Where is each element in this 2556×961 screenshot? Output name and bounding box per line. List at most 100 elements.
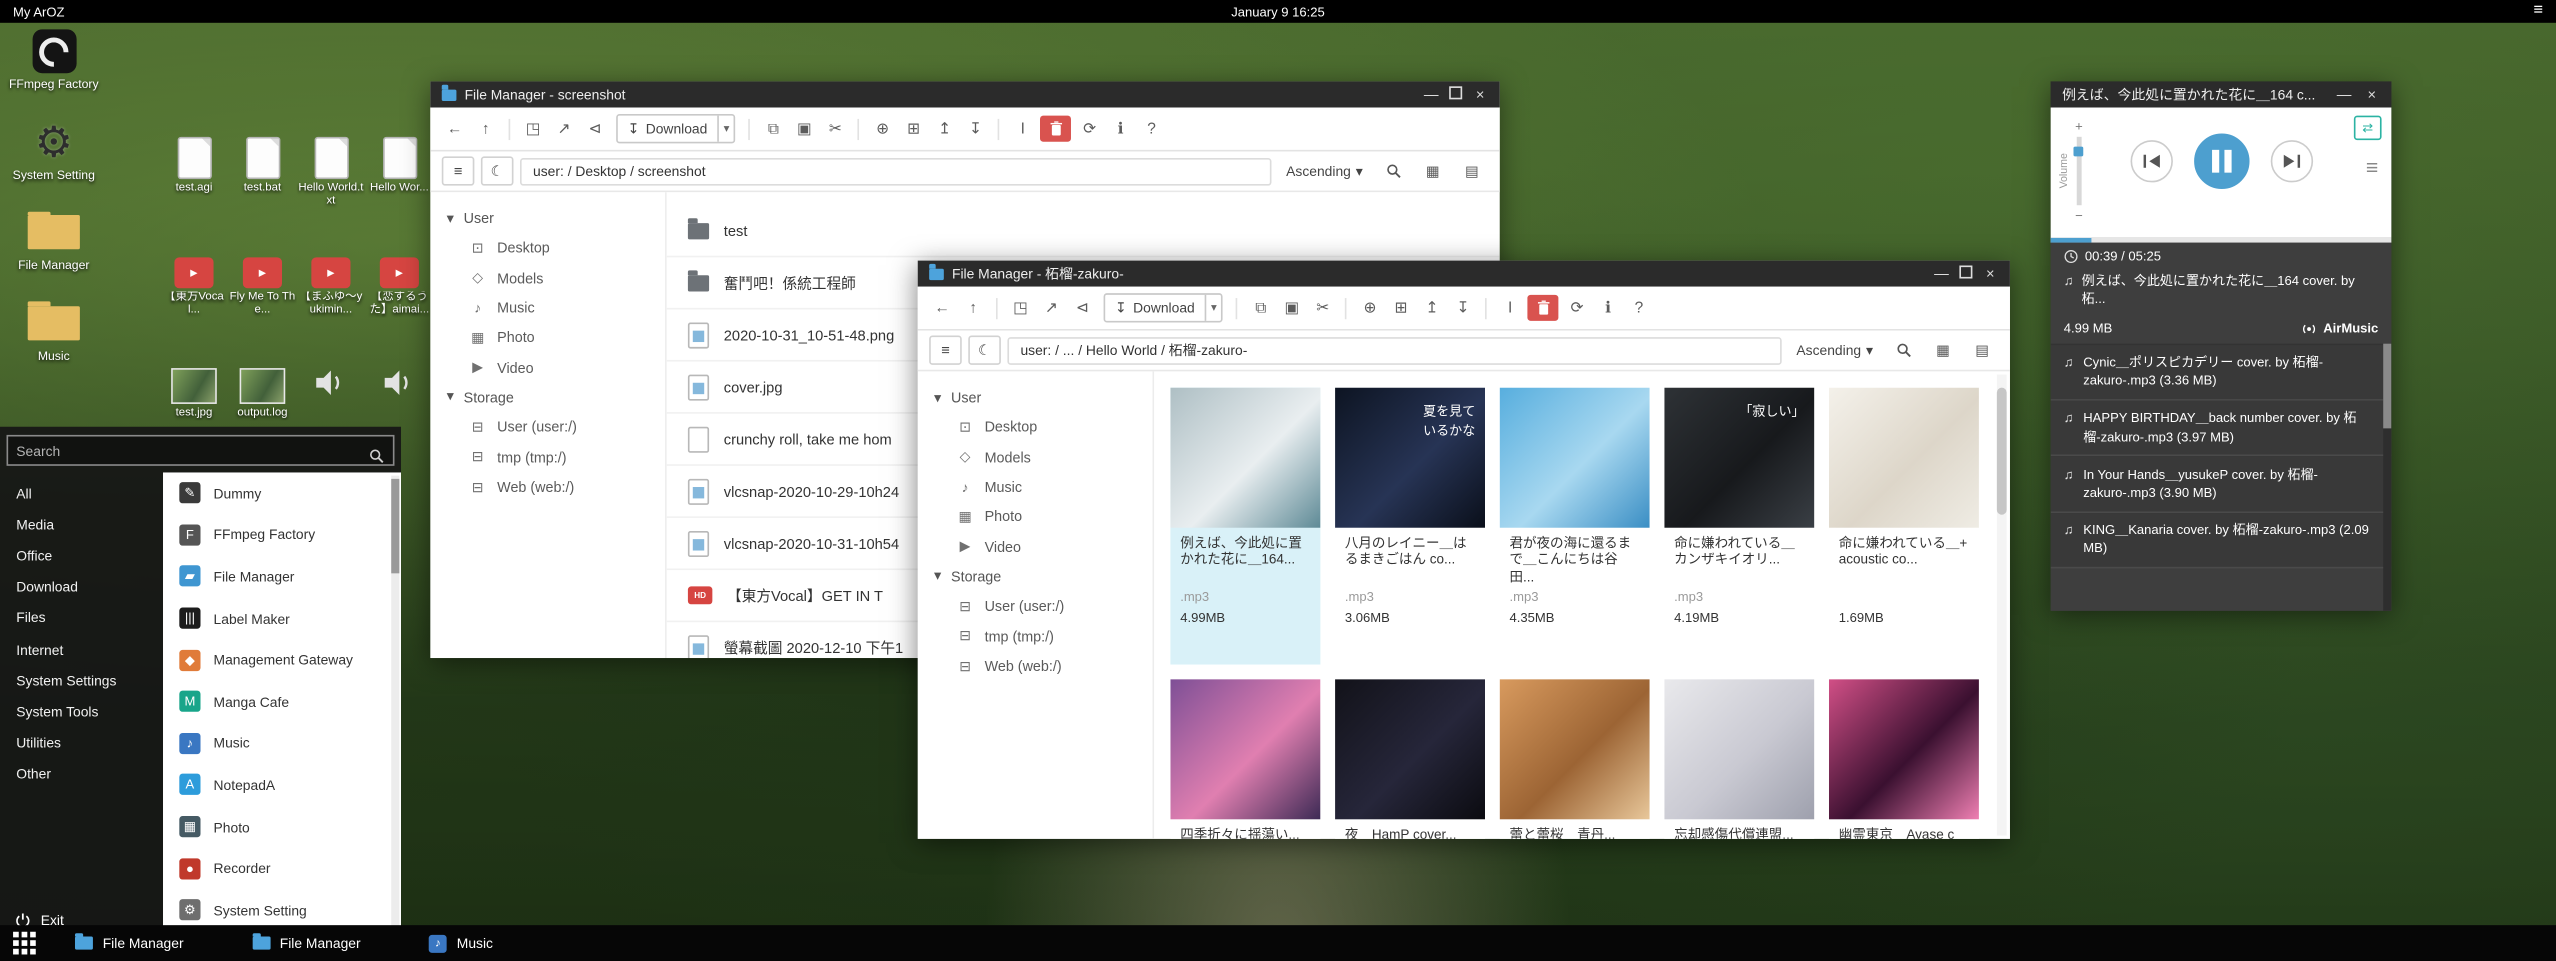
window-titlebar[interactable]: File Manager - screenshot—× (430, 81, 1499, 107)
dark-mode-icon[interactable]: ☾ (481, 156, 514, 185)
app-item-ffmpeg-factory[interactable]: FFFmpeg Factory (163, 514, 401, 556)
app-item-management-gateway[interactable]: ◆Management Gateway (163, 639, 401, 681)
paste-icon[interactable]: ▣ (791, 116, 817, 142)
sidebar-item-tmp-tmp[interactable]: ⊟tmp (tmp:/) (430, 442, 665, 472)
upload-icon[interactable]: ↥ (932, 116, 958, 142)
cut-icon[interactable]: ✂ (822, 116, 848, 142)
category-system-tools[interactable]: System Tools (0, 696, 163, 727)
rename-icon[interactable]: I (1497, 295, 1523, 321)
rename-icon[interactable]: I (1010, 116, 1036, 142)
music-file-tile[interactable]: 夜＿HamP cover... (1335, 679, 1485, 839)
sidebar-item-photo[interactable]: ▦Photo (918, 501, 1153, 531)
maximize-button[interactable] (1958, 265, 1974, 281)
app-item-manga-cafe[interactable]: MManga Cafe (163, 681, 401, 723)
sidebar-section-storage[interactable]: ▾Storage (918, 562, 1153, 591)
category-internet[interactable]: Internet (0, 634, 163, 665)
search-bar[interactable]: Search (7, 435, 395, 466)
airmusic-badge[interactable]: AirMusic (2300, 320, 2378, 335)
list-view-icon[interactable]: ▤ (1966, 336, 1999, 365)
sidebar-item-models[interactable]: ◇Models (918, 442, 1153, 472)
desktop-file-hello-world-txt[interactable]: Hello World.txt (297, 137, 365, 209)
new-file-icon[interactable]: ⊕ (870, 116, 896, 142)
playlist-item[interactable]: ♫In Your Hands＿yusukeP cover. by 柘榴-zaku… (2051, 457, 2392, 513)
desktop-file-file-10[interactable] (297, 368, 365, 401)
scrollbar[interactable] (1997, 375, 2007, 836)
category-all[interactable]: All (0, 477, 163, 508)
music-file-tile[interactable]: 例えば、今此処に置かれた花に＿164....mp34.99MB (1170, 388, 1320, 665)
sidebar-item-music[interactable]: ♪Music (918, 473, 1153, 502)
sort-dropdown[interactable]: Ascending▾ (1788, 341, 1881, 359)
sidebar-section-storage[interactable]: ▾Storage (430, 383, 665, 412)
category-system-settings[interactable]: System Settings (0, 665, 163, 696)
app-item-recorder[interactable]: ●Recorder (163, 848, 401, 890)
help-icon[interactable]: ? (1139, 116, 1165, 142)
scrollbar[interactable] (391, 476, 399, 932)
music-file-tile[interactable]: 「寂しい」命に嫌われている＿カンザキイオリ....mp34.19MB (1664, 388, 1814, 665)
music-file-tile[interactable]: 君が夜の海に還るまで＿こんにちは谷田....mp34.35MB (1500, 388, 1650, 665)
download-caret-icon[interactable]: ▾ (1205, 295, 1222, 321)
music-file-tile[interactable]: 蕾と蕾桜＿青丹... (1500, 679, 1650, 839)
desktop-file-test-bat[interactable]: test.bat (228, 137, 296, 196)
window-titlebar[interactable]: File Manager - 柘榴-zakuro-—× (918, 261, 2010, 287)
category-download[interactable]: Download (0, 571, 163, 602)
desktop-file-output-log[interactable]: output.log (228, 368, 296, 420)
open-new-window-icon[interactable]: ↗ (1038, 295, 1064, 321)
paste-icon[interactable]: ▣ (1279, 295, 1305, 321)
refresh-icon[interactable]: ⟳ (1564, 295, 1590, 321)
properties-icon[interactable]: ℹ (1108, 116, 1134, 142)
scrollbar-thumb[interactable] (2383, 344, 2391, 429)
grid-view-icon[interactable]: ▦ (1417, 156, 1450, 185)
sidebar-item-photo[interactable]: ▦Photo (430, 322, 665, 352)
minimize-button[interactable]: — (2336, 87, 2352, 102)
hamburger-icon[interactable]: ≡ (2533, 3, 2543, 19)
sidebar-item-video[interactable]: ▶Video (918, 532, 1153, 562)
scrollbar-thumb[interactable] (1997, 388, 2007, 515)
open-icon[interactable]: ◳ (1007, 295, 1033, 321)
upload-icon[interactable]: ↥ (1419, 295, 1445, 321)
desktop-file-yukimin[interactable]: ▸【まふゆ～yukimin... (297, 257, 365, 317)
delete-icon[interactable] (1041, 116, 1072, 142)
refresh-icon[interactable]: ⟳ (1077, 116, 1103, 142)
properties-icon[interactable]: ℹ (1595, 295, 1621, 321)
volume-track[interactable] (2076, 137, 2081, 205)
new-folder-icon[interactable]: ⊞ (1388, 295, 1414, 321)
search-icon[interactable] (1888, 336, 1921, 365)
taskbar-item-music-2[interactable]: ♪Music (423, 931, 500, 955)
desktop-file-fly-me-to-the[interactable]: ▸Fly Me To The... (228, 257, 296, 317)
sidebar-item-models[interactable]: ◇Models (430, 263, 665, 293)
download-file-icon[interactable]: ↧ (1450, 295, 1476, 321)
desktop-file-aimai[interactable]: ▸【恋するうた】aimai... (365, 257, 433, 317)
copy-icon[interactable]: ⧉ (1248, 295, 1274, 321)
pause-button[interactable] (2193, 134, 2248, 189)
delete-icon[interactable] (1528, 295, 1559, 321)
up-icon[interactable]: ↑ (473, 116, 499, 142)
app-item-label-maker[interactable]: |||Label Maker (163, 597, 401, 639)
sidebar-item-web-web[interactable]: ⊟Web (web:/) (918, 652, 1153, 682)
sidebar-item-tmp-tmp[interactable]: ⊟tmp (tmp:/) (918, 621, 1153, 651)
sidebar-item-user-user[interactable]: ⊟User (user:/) (918, 591, 1153, 621)
open-new-window-icon[interactable]: ↗ (551, 116, 577, 142)
new-folder-icon[interactable]: ⊞ (901, 116, 927, 142)
download-button[interactable]: ↧Download▾ (1104, 293, 1224, 322)
desktop-file-vocal[interactable]: ▸【東方Vocal... (160, 257, 228, 317)
category-utilities[interactable]: Utilities (0, 727, 163, 758)
category-office[interactable]: Office (0, 540, 163, 571)
breadcrumb[interactable]: user: / ... / Hello World / 柘榴-zakuro- (1007, 336, 1781, 364)
airmusic-cast-button[interactable]: ⇄ (2354, 116, 2382, 140)
app-item-dummy[interactable]: ✎Dummy (163, 472, 401, 514)
playlist-item[interactable]: ♫KING＿Kanaria cover. by 柘榴-zakuro-.mp3 (… (2051, 513, 2392, 569)
share-icon[interactable]: ⊲ (582, 116, 608, 142)
sidebar-item-web-web[interactable]: ⊟Web (web:/) (430, 473, 665, 503)
playlist-toggle-icon[interactable]: ≡ (2366, 156, 2378, 177)
volume-minus-button[interactable]: − (2075, 208, 2083, 223)
download-caret-icon[interactable]: ▾ (717, 116, 734, 142)
taskbar-item-file-manager-1[interactable]: File Manager (246, 932, 368, 955)
up-icon[interactable]: ↑ (960, 295, 986, 321)
music-file-tile[interactable]: 幽霊東京＿Ayase co... (1829, 679, 1979, 839)
sidebar-item-desktop[interactable]: ⊡Desktop (918, 412, 1153, 442)
grid-view-icon[interactable]: ▦ (1927, 336, 1960, 365)
music-file-tile[interactable]: 忘却感傷代償連盟... (1664, 679, 1814, 839)
sidebar-item-user-user[interactable]: ⊟User (user:/) (430, 412, 665, 442)
volume-plus-button[interactable]: + (2075, 119, 2083, 134)
search-icon[interactable] (1377, 156, 1410, 185)
